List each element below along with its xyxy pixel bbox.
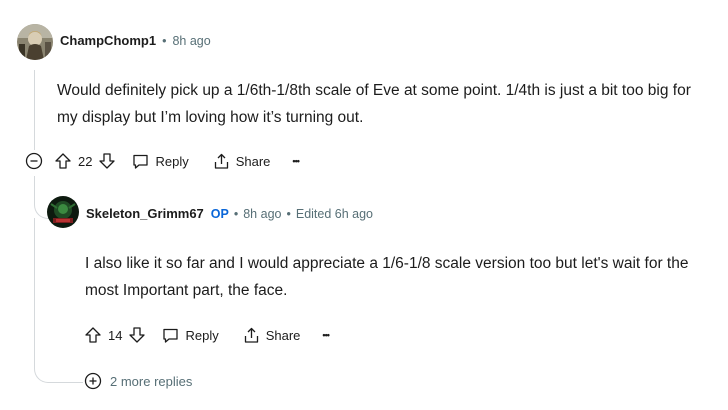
downvote-icon[interactable] (98, 152, 116, 170)
collapse-icon (25, 152, 43, 170)
share-icon (244, 327, 258, 343)
share-icon (214, 153, 228, 169)
comment-icon (163, 328, 179, 343)
reply-label: Reply (155, 153, 189, 169)
share-label: Share (235, 153, 271, 169)
avatar[interactable] (17, 24, 53, 60)
more-replies-label: 2 more replies (110, 373, 193, 389)
comment-body: Would definitely pick up a 1/6th-1/8th s… (57, 82, 691, 126)
upvote-icon[interactable] (54, 152, 72, 170)
thread-line (34, 70, 35, 150)
vote-count: 14 (108, 327, 123, 343)
reply-button[interactable]: Reply (162, 327, 219, 344)
share-button[interactable]: Share (213, 153, 271, 170)
more-options-button[interactable]: ••• (322, 330, 330, 340)
share-button[interactable]: Share (243, 327, 301, 344)
reply-button[interactable]: Reply (132, 153, 189, 170)
reply-timestamp: 8h ago (243, 206, 282, 221)
meta-separator: • (233, 206, 239, 221)
reply-body: I also like it so far and I would apprec… (85, 255, 689, 299)
reply-avatar[interactable] (47, 196, 79, 228)
expand-icon (84, 372, 102, 390)
share-label: Share (265, 327, 301, 343)
edited-label: Edited 6h ago (295, 206, 374, 221)
downvote-icon[interactable] (128, 326, 146, 344)
comment-timestamp: 8h ago (172, 33, 211, 48)
more-options-button[interactable]: ••• (292, 156, 300, 166)
vote-count: 22 (78, 153, 93, 169)
meta-separator: • (286, 206, 291, 221)
upvote-icon[interactable] (84, 326, 102, 344)
reply-username[interactable]: Skeleton_Grimm67 (86, 206, 204, 221)
meta-separator: • (162, 33, 167, 48)
op-badge: OP (210, 206, 229, 221)
more-replies-connector (34, 356, 83, 383)
reply-action-bar: 14 Reply Share ••• (84, 325, 330, 345)
reply-label: Reply (185, 327, 219, 343)
comment-icon (133, 154, 149, 169)
more-replies-button[interactable]: 2 more replies (84, 372, 192, 390)
collapse-thread-button[interactable] (24, 151, 44, 171)
comment-action-bar: 22 Reply Share ••• (54, 151, 300, 171)
comment-username[interactable]: ChampChomp1 (60, 33, 156, 48)
thread-line-nested (34, 218, 35, 358)
